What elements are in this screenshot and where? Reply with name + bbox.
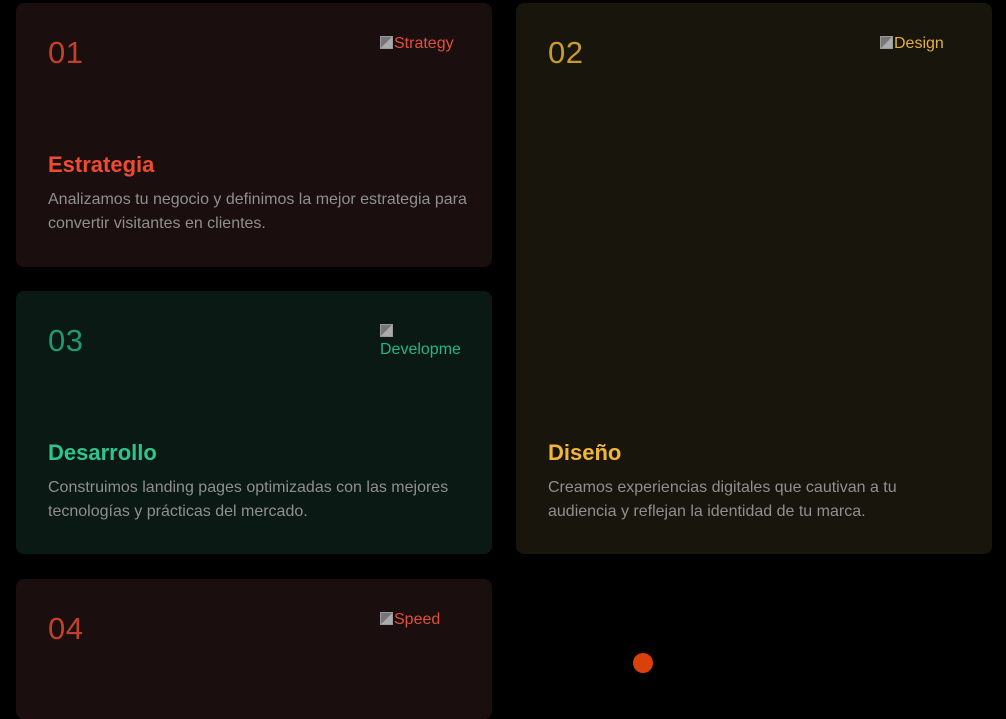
service-card-design: 02 Design Diseño Creamos experiencias di… xyxy=(516,3,992,554)
strategy-image: Strategy xyxy=(380,35,460,75)
broken-image-icon xyxy=(880,36,893,49)
image-alt-text: Strategy xyxy=(394,35,454,52)
image-alt-text: Speed xyxy=(394,611,441,628)
card-title: Estrategia xyxy=(48,152,155,177)
card-description: Construimos landing pages optimizadas co… xyxy=(48,479,449,520)
service-card-strategy: 01 Strategy Estrategia Analizamos tu neg… xyxy=(16,3,492,267)
card-number: 02 xyxy=(548,35,584,70)
card-description: Creamos experiencias digitales que cauti… xyxy=(548,479,897,520)
card-description: Analizamos tu negocio y definimos la mej… xyxy=(48,191,467,232)
broken-image-icon xyxy=(380,612,393,625)
design-image: Design xyxy=(880,35,960,75)
card-number: 01 xyxy=(48,35,84,70)
image-alt-text: Design xyxy=(894,35,944,52)
broken-image-icon xyxy=(380,36,393,49)
broken-image-icon xyxy=(380,324,393,337)
card-title: Diseño xyxy=(548,440,622,465)
development-image: Development xyxy=(380,323,460,363)
speed-image: Speed xyxy=(380,611,460,651)
card-title: Desarrollo xyxy=(48,440,157,465)
card-number: 04 xyxy=(48,611,84,646)
image-alt-text: Development xyxy=(380,341,460,358)
service-card-speed: 04 Speed xyxy=(16,579,492,719)
service-card-development: 03 Development Desarrollo Construimos la… xyxy=(16,291,492,554)
cursor-indicator-dot xyxy=(633,653,653,673)
card-number: 03 xyxy=(48,323,84,358)
